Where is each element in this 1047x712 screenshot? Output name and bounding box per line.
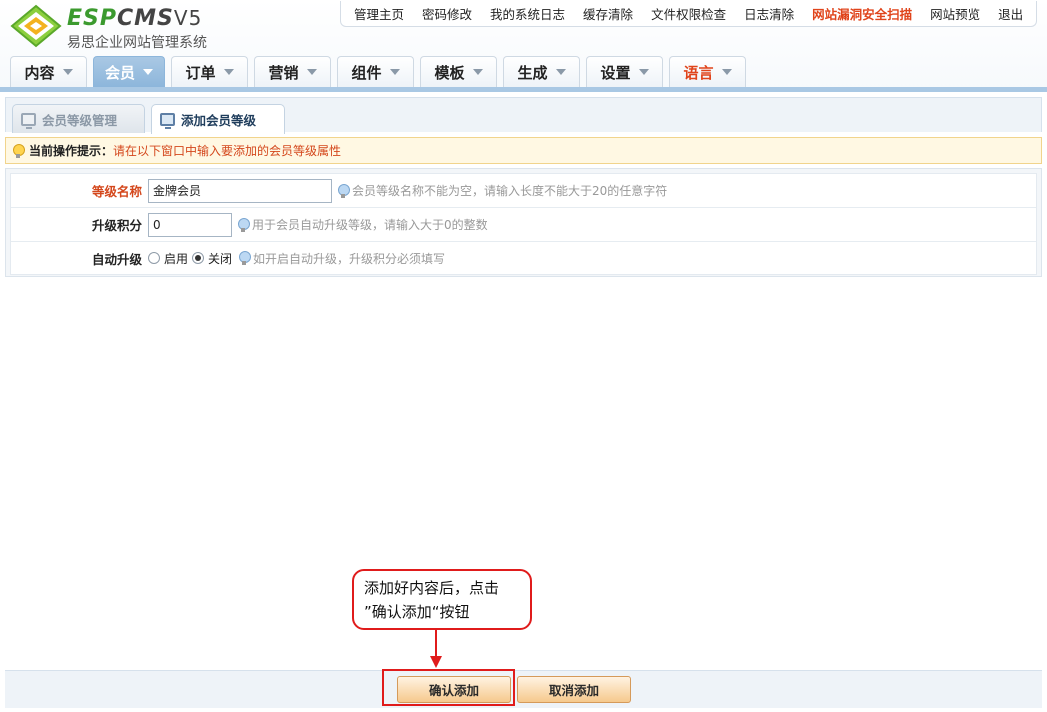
auto-upgrade-enable-radio[interactable]: 启用	[148, 250, 188, 267]
radio-off-icon	[148, 252, 160, 264]
subtab-add-level[interactable]: 添加会员等级	[151, 104, 285, 134]
topnav-home[interactable]: 管理主页	[345, 4, 413, 23]
tab-member[interactable]: 会员	[93, 56, 165, 87]
topnav-security-scan[interactable]: 网站漏洞安全扫描	[803, 4, 921, 23]
lightbulb-icon	[238, 251, 252, 265]
chevron-down-icon	[472, 69, 483, 75]
level-name-tip: 会员等级名称不能为空，请输入长度不能大于20的任意字符	[337, 182, 667, 199]
lightbulb-icon	[237, 217, 250, 232]
header: ESPCMSV5 易思企业网站管理系统 管理主页 密码修改 我的系统日志 缓存清…	[0, 0, 1047, 92]
level-name-input[interactable]	[148, 178, 332, 203]
hint-text: 请在以下窗口中输入要添加的会员等级属性	[113, 144, 342, 158]
monitor-icon	[160, 113, 175, 129]
logo: ESPCMSV5 易思企业网站管理系统	[10, 4, 230, 51]
tab-marketing[interactable]: 营销	[254, 56, 331, 87]
topnav-logout[interactable]: 退出	[989, 4, 1032, 23]
instruction-callout: 添加好内容后，点击 ”确认添加“按钮	[352, 569, 532, 630]
tab-template[interactable]: 模板	[420, 56, 497, 87]
app-window: ESPCMSV5 易思企业网站管理系统 管理主页 密码修改 我的系统日志 缓存清…	[0, 0, 1047, 712]
chevron-down-icon	[62, 69, 73, 75]
cancel-add-button[interactable]: 取消添加	[517, 676, 631, 703]
topnav-clear-cache[interactable]: 缓存清除	[574, 4, 642, 23]
chevron-down-icon	[223, 69, 234, 75]
auto-upgrade-tip: 如开启自动升级，升级积分必须填写	[238, 250, 445, 267]
logo-subtitle: 易思企业网站管理系统	[67, 35, 207, 51]
chevron-down-icon	[389, 69, 400, 75]
form-row-auto-upgrade: 自动升级 启用 关闭 如开启自动升级，升级积分必须填写	[11, 242, 1036, 274]
form-table: 等级名称 会员等级名称不能为空，请输入长度不能大于20的任意字符 升级积分 用于…	[10, 173, 1037, 275]
topnav-password[interactable]: 密码修改	[413, 4, 481, 23]
subtab-level-manage[interactable]: 会员等级管理	[12, 104, 145, 133]
chevron-down-icon	[143, 69, 153, 75]
form-panel: 等级名称 会员等级名称不能为空，请输入长度不能大于20的任意字符 升级积分 用于…	[5, 168, 1042, 277]
upgrade-points-label: 升级积分	[91, 218, 142, 233]
top-nav: 管理主页 密码修改 我的系统日志 缓存清除 文件权限检查 日志清除 网站漏洞安全…	[340, 1, 1037, 27]
hint-label: 当前操作提示：	[29, 144, 114, 158]
chevron-down-icon	[555, 69, 566, 75]
nav-divider	[0, 87, 1047, 92]
tab-component[interactable]: 组件	[337, 56, 414, 87]
upgrade-points-input[interactable]	[148, 212, 232, 237]
chevron-down-icon	[721, 69, 732, 75]
radio-on-icon	[192, 252, 205, 264]
tab-language[interactable]: 语言	[669, 56, 746, 87]
chevron-down-icon	[638, 69, 649, 75]
tab-order[interactable]: 订单	[171, 56, 248, 87]
upgrade-points-tip: 用于会员自动升级等级，请输入大于0的整数	[237, 216, 488, 233]
subtab-bar: 会员等级管理 添加会员等级	[5, 97, 1042, 134]
auto-upgrade-disable-radio[interactable]: 关闭	[192, 250, 232, 267]
level-name-label: 等级名称	[91, 184, 142, 199]
form-row-upgrade-points: 升级积分 用于会员自动升级等级，请输入大于0的整数	[11, 208, 1036, 242]
lightbulb-icon	[12, 143, 25, 158]
tab-content[interactable]: 内容	[10, 56, 87, 87]
auto-upgrade-label: 自动升级	[91, 251, 142, 267]
topnav-file-permission[interactable]: 文件权限检查	[642, 4, 735, 23]
form-row-level-name: 等级名称 会员等级名称不能为空，请输入长度不能大于20的任意字符	[11, 174, 1036, 208]
tab-generate[interactable]: 生成	[503, 56, 580, 87]
tab-settings[interactable]: 设置	[586, 56, 663, 87]
monitor-icon	[21, 112, 36, 129]
espcms-logo-icon	[10, 4, 62, 48]
confirm-button-highlight	[382, 669, 515, 706]
logo-brand: ESPCMSV5	[67, 6, 203, 31]
topnav-clear-log[interactable]: 日志清除	[735, 4, 803, 23]
main-nav: 内容 会员 订单 营销 组件 模板 生成 设置 语言	[10, 56, 746, 87]
chevron-down-icon	[306, 69, 317, 75]
topnav-my-log[interactable]: 我的系统日志	[481, 4, 574, 23]
lightbulb-icon	[337, 183, 350, 198]
operation-hint: 当前操作提示： 请在以下窗口中输入要添加的会员等级属性	[5, 137, 1042, 164]
topnav-preview[interactable]: 网站预览	[921, 4, 989, 23]
arrow-down-icon	[430, 656, 442, 668]
